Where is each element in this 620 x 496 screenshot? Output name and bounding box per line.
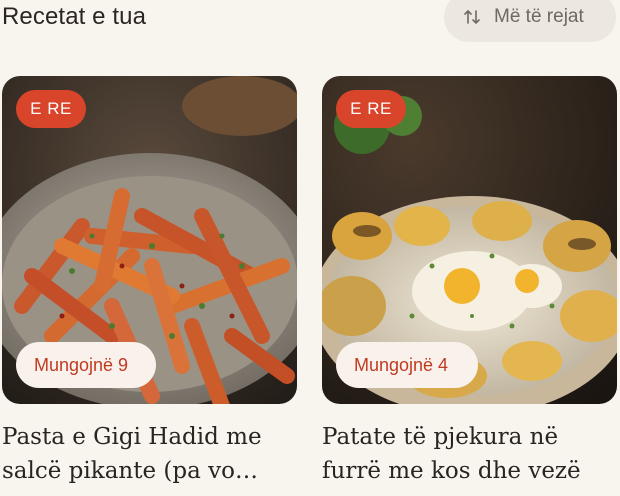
missing-ingredients-badge: Mungojnë 4 — [336, 342, 478, 388]
sort-button[interactable]: Më të rejat — [444, 0, 616, 42]
new-badge: E RE — [336, 90, 406, 128]
recipe-card-potatoes[interactable]: E RE Mungojnë 4 — [322, 76, 617, 404]
recipe-title-pasta[interactable]: Pasta e Gigi Hadid me salcë pikante (pa … — [2, 420, 302, 488]
page-title: Recetat e tua — [2, 3, 147, 30]
new-badge: E RE — [16, 90, 86, 128]
header: Recetat e tua Më të rejat — [0, 0, 620, 42]
sort-icon — [464, 9, 480, 25]
missing-ingredients-badge: Mungojnë 9 — [16, 342, 156, 388]
sort-label: Më të rejat — [494, 6, 584, 27]
recipe-card-pasta[interactable]: E RE Mungojnë 9 — [2, 76, 297, 404]
recipe-title-potatoes[interactable]: Patate të pjekura në furrë me kos dhe ve… — [322, 420, 620, 488]
